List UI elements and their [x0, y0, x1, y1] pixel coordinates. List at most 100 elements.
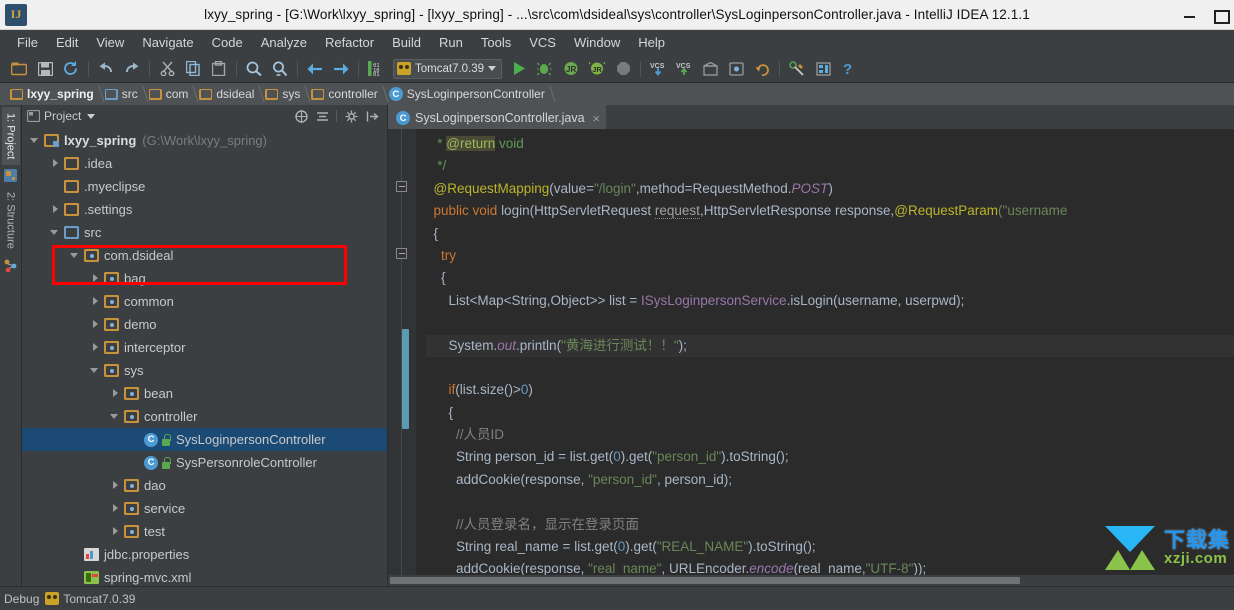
menu-item-analyze[interactable]: Analyze: [252, 32, 316, 53]
tree-item[interactable]: .settings: [22, 198, 387, 221]
menu-item-view[interactable]: View: [87, 32, 133, 53]
tree-item[interactable]: C SysPersonroleController: [22, 451, 387, 474]
menu-item-help[interactable]: Help: [629, 32, 674, 53]
maximize-button[interactable]: [1212, 7, 1230, 24]
find-icon[interactable]: [243, 58, 265, 80]
fold-marker-icon[interactable]: [396, 248, 407, 259]
run-configuration-selector[interactable]: Tomcat7.0.39: [393, 58, 503, 79]
rollback-icon[interactable]: [725, 58, 747, 80]
tree-item[interactable]: spring-mvc.xml: [22, 566, 387, 586]
find-replace-icon[interactable]: [269, 58, 291, 80]
gear-icon[interactable]: [344, 109, 358, 123]
rerun-jrebel-icon[interactable]: JR: [586, 58, 608, 80]
vcs-commit-icon[interactable]: VCS: [673, 58, 695, 80]
scrollbar-thumb[interactable]: [390, 577, 1020, 584]
chevron-right-icon[interactable]: [90, 296, 101, 307]
undo-icon[interactable]: [95, 58, 117, 80]
minimize-button[interactable]: [1182, 7, 1198, 23]
run-icon[interactable]: [508, 58, 530, 80]
tree-item[interactable]: controller: [22, 405, 387, 428]
tree-item[interactable]: com.dsideal: [22, 244, 387, 267]
sync-refresh-icon[interactable]: [60, 58, 82, 80]
chevron-right-icon[interactable]: [110, 480, 121, 491]
source-code[interactable]: * @return void */ @RequestMapping(value=…: [416, 129, 1234, 586]
menu-item-run[interactable]: Run: [430, 32, 472, 53]
menu-item-tools[interactable]: Tools: [472, 32, 520, 53]
chevron-right-icon[interactable]: [90, 342, 101, 353]
breadcrumb-item-controller[interactable]: controller: [307, 83, 384, 105]
chevron-right-icon[interactable]: [90, 273, 101, 284]
chevron-right-icon[interactable]: [110, 388, 121, 399]
revert-icon[interactable]: [751, 58, 773, 80]
editor-gutter[interactable]: [388, 129, 416, 586]
toggle-binary-icon[interactable]: 01 10 01: [365, 58, 387, 80]
debug-icon[interactable]: [534, 58, 556, 80]
tree-item[interactable]: dao: [22, 474, 387, 497]
open-folder-icon[interactable]: [8, 58, 30, 80]
tree-item[interactable]: bag: [22, 267, 387, 290]
breadcrumb-item-com[interactable]: com: [145, 83, 196, 105]
settings-structure-icon[interactable]: [786, 58, 808, 80]
menu-item-code[interactable]: Code: [203, 32, 252, 53]
forward-icon[interactable]: [330, 58, 352, 80]
menu-item-file[interactable]: File: [8, 32, 47, 53]
menu-item-edit[interactable]: Edit: [47, 32, 87, 53]
tree-item[interactable]: .myeclipse: [22, 175, 387, 198]
status-debug-tab[interactable]: Debug: [4, 592, 39, 606]
vcs-update-icon[interactable]: VCS: [647, 58, 669, 80]
editor-scroll-marker[interactable]: [402, 329, 409, 429]
tree-item-selected[interactable]: C SysLoginpersonController: [22, 428, 387, 451]
breadcrumb-item-sys[interactable]: sys: [261, 83, 307, 105]
breadcrumb-item-lxyy_spring[interactable]: lxyy_spring: [6, 83, 101, 105]
chevron-down-icon[interactable]: [70, 250, 81, 261]
chevron-right-icon[interactable]: [50, 204, 61, 215]
save-all-icon[interactable]: [34, 58, 56, 80]
collapse-all-icon[interactable]: [315, 109, 329, 123]
sidebar-item-structure[interactable]: 2: Structure: [2, 186, 20, 255]
tree-item[interactable]: lxyy_spring (G:\Work\lxyy_spring): [22, 129, 387, 152]
chevron-down-icon[interactable]: [87, 113, 96, 119]
chevron-right-icon[interactable]: [110, 526, 121, 537]
menu-item-navigate[interactable]: Navigate: [133, 32, 202, 53]
help-icon[interactable]: ?: [838, 58, 860, 80]
menu-item-refactor[interactable]: Refactor: [316, 32, 383, 53]
run-with-coverage-icon[interactable]: JR: [560, 58, 582, 80]
project-structure-icon[interactable]: [812, 58, 834, 80]
history-icon[interactable]: [699, 58, 721, 80]
chevron-down-icon[interactable]: [50, 227, 61, 238]
chevron-down-icon[interactable]: [90, 365, 101, 376]
tree-item[interactable]: common: [22, 290, 387, 313]
cut-icon[interactable]: [156, 58, 178, 80]
chevron-down-icon[interactable]: [110, 411, 121, 422]
breadcrumb-item-sysloginpersoncontroller[interactable]: C SysLoginpersonController: [385, 83, 552, 105]
menu-item-build[interactable]: Build: [383, 32, 430, 53]
tree-item[interactable]: service: [22, 497, 387, 520]
chevron-down-icon[interactable]: [30, 135, 41, 146]
redo-icon[interactable]: [121, 58, 143, 80]
breadcrumb-item-dsideal[interactable]: dsideal: [195, 83, 261, 105]
copy-icon[interactable]: [182, 58, 204, 80]
sidebar-item-project[interactable]: 1: Project: [1, 107, 20, 166]
project-window-icon[interactable]: [3, 168, 18, 183]
chevron-right-icon[interactable]: [50, 158, 61, 169]
chevron-right-icon[interactable]: [90, 319, 101, 330]
tree-item[interactable]: src: [22, 221, 387, 244]
scroll-from-source-icon[interactable]: [294, 109, 308, 123]
structure-window-icon[interactable]: [3, 258, 18, 273]
close-icon[interactable]: ×: [593, 111, 601, 126]
project-tree[interactable]: lxyy_spring (G:\Work\lxyy_spring) .idea .my…: [22, 127, 387, 586]
tree-item[interactable]: demo: [22, 313, 387, 336]
back-icon[interactable]: [304, 58, 326, 80]
chevron-right-icon[interactable]: [110, 503, 121, 514]
status-server-tab[interactable]: Tomcat7.0.39: [45, 592, 135, 606]
tree-item[interactable]: .idea: [22, 152, 387, 175]
tree-item[interactable]: sys: [22, 359, 387, 382]
paste-icon[interactable]: [208, 58, 230, 80]
hide-panel-icon[interactable]: [365, 109, 379, 123]
tree-item[interactable]: jdbc.properties: [22, 543, 387, 566]
tree-item[interactable]: interceptor: [22, 336, 387, 359]
fold-marker-icon[interactable]: [396, 181, 407, 192]
tree-item[interactable]: test: [22, 520, 387, 543]
menu-item-vcs[interactable]: VCS: [520, 32, 565, 53]
stop-icon[interactable]: [612, 58, 634, 80]
